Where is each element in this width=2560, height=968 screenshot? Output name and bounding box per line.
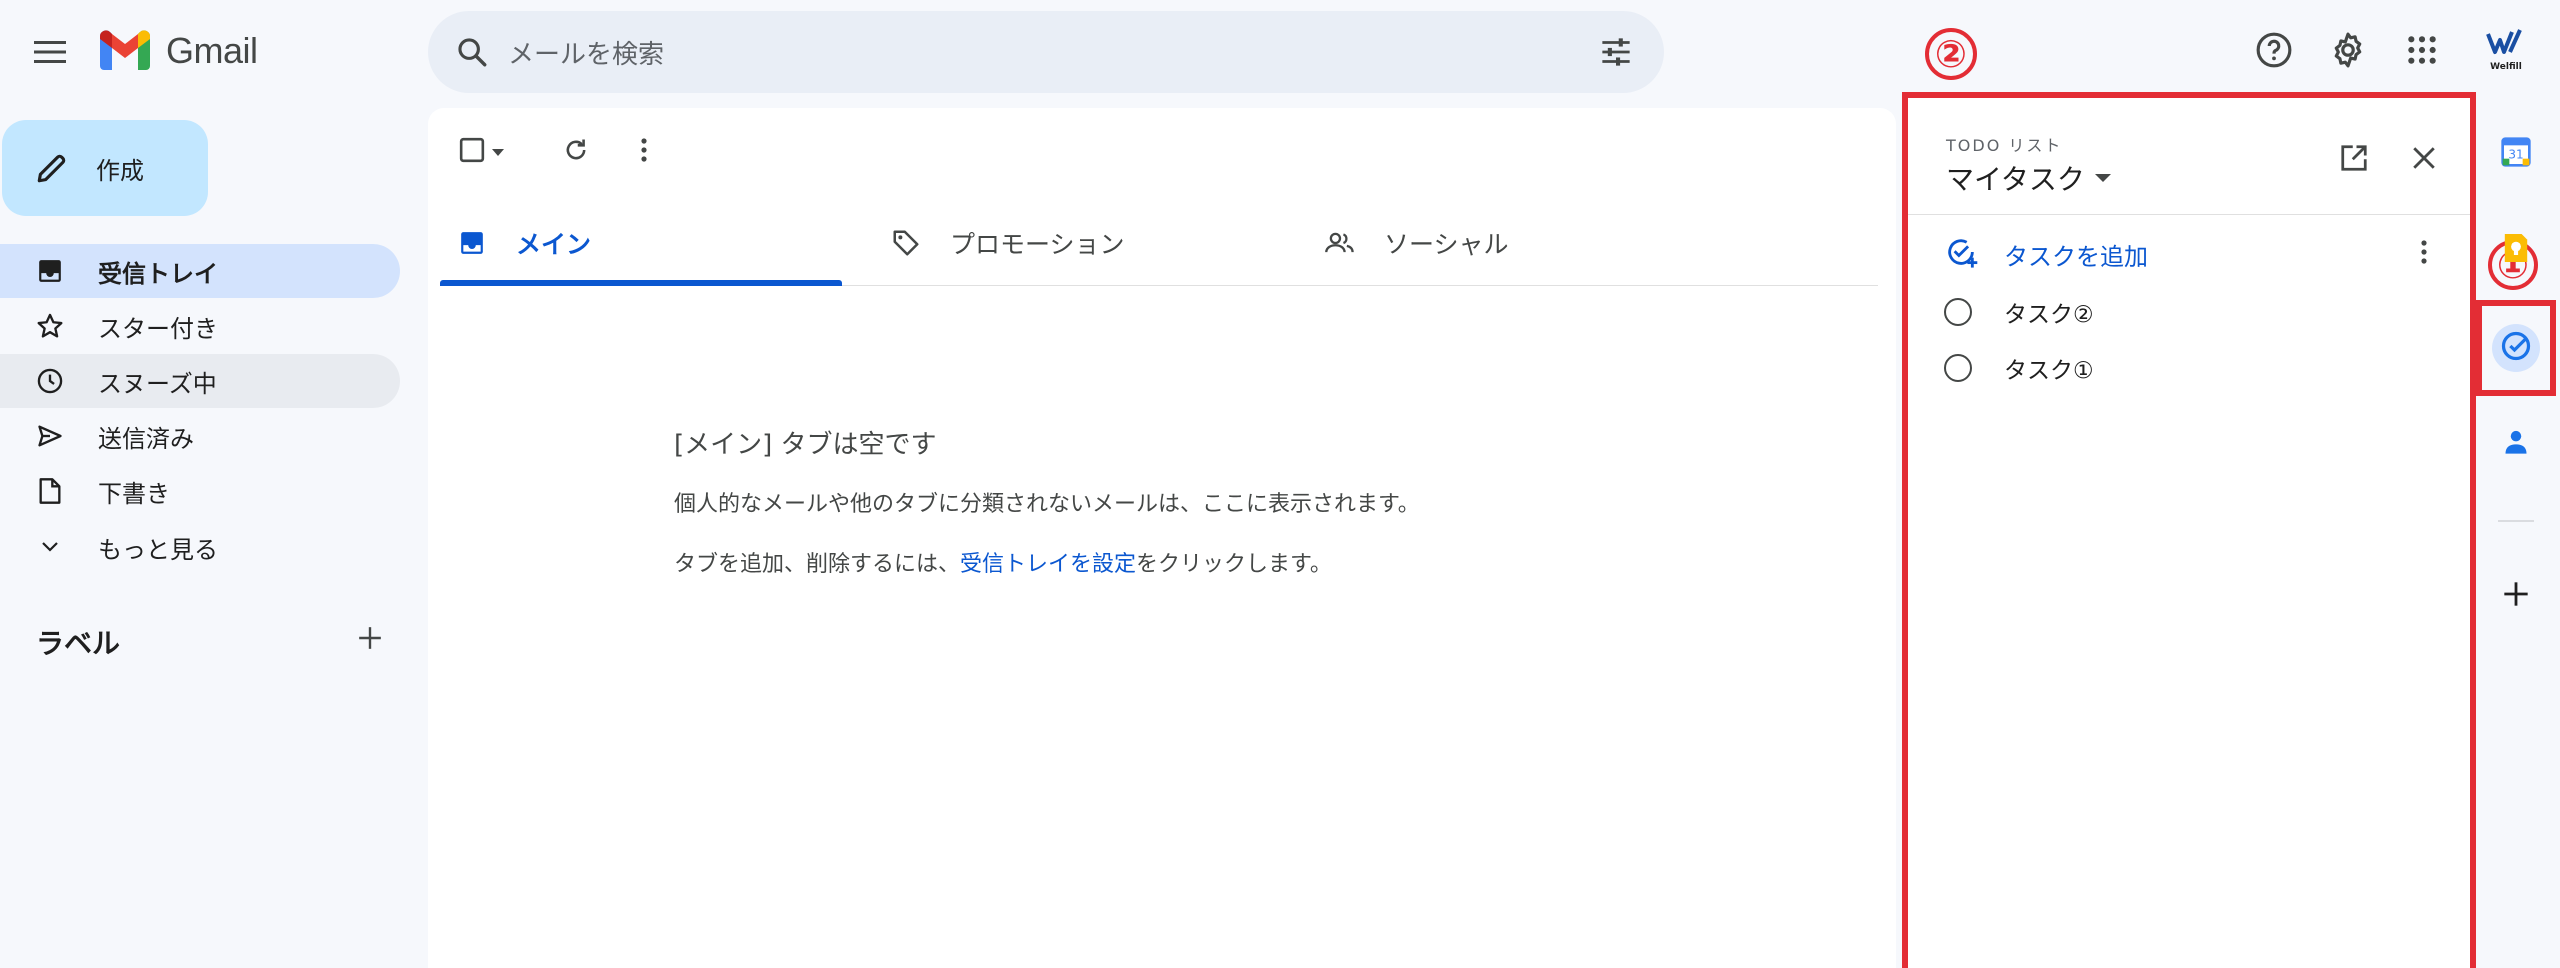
inbox-icon — [34, 255, 66, 287]
contacts-app-button[interactable] — [2492, 420, 2540, 468]
keep-app-button[interactable] — [2492, 226, 2540, 274]
nav-label: 下書き — [98, 479, 170, 508]
nav-item-more[interactable]: もっと見る — [0, 520, 400, 574]
plus-icon — [357, 625, 383, 655]
grid-icon — [2406, 34, 2438, 70]
main-menu-button[interactable] — [28, 32, 72, 76]
search-icon[interactable] — [450, 30, 494, 74]
apps-button[interactable] — [2398, 28, 2446, 76]
more-vert-icon — [639, 137, 649, 167]
more-options-button[interactable] — [624, 132, 664, 172]
chevron-down-icon — [34, 531, 66, 563]
calendar-app-button[interactable]: 31 — [2492, 130, 2540, 178]
nav-label: 送信済み — [98, 424, 194, 453]
clock-icon — [34, 365, 66, 397]
rail-divider — [2498, 520, 2534, 522]
tasks-icon — [2501, 331, 2531, 365]
nav-item-drafts[interactable]: 下書き — [0, 464, 400, 518]
tag-icon — [888, 225, 924, 261]
refresh-button[interactable] — [556, 132, 596, 172]
nav-label: もっと見る — [98, 535, 218, 564]
tab-primary[interactable]: メイン — [440, 192, 842, 294]
keep-icon — [2502, 231, 2530, 269]
gear-icon — [2329, 31, 2367, 73]
search-bar[interactable]: メールを検索 — [428, 11, 1664, 93]
message-list-panel: メイン プロモーション ソーシャル [メイン] タブは空です 個人的なメールや他… — [428, 108, 1896, 968]
add-label-button[interactable] — [352, 622, 388, 658]
compose-label: 作成 — [96, 156, 144, 185]
brand-logo-icon — [2486, 29, 2526, 60]
nav-item-sent[interactable]: 送信済み — [0, 409, 400, 463]
star-icon — [34, 310, 66, 342]
people-icon — [1322, 225, 1358, 261]
gmail-m-icon — [98, 28, 152, 74]
brand-label: Welfill — [2490, 62, 2522, 72]
search-input[interactable]: メールを検索 — [508, 34, 1594, 71]
inbox-settings-link[interactable]: 受信トレイを設定 — [960, 552, 1136, 577]
tab-social[interactable]: ソーシャル — [1308, 192, 1708, 294]
draft-icon — [34, 475, 66, 507]
empty-state-description: 個人的なメールや他のタブに分類されないメールは、ここに表示されます。 — [674, 492, 1420, 517]
labels-heading: ラベル — [36, 627, 121, 660]
tab-label: プロモーション — [950, 230, 1125, 259]
checkbox-icon — [459, 137, 485, 167]
gmail-logo[interactable]: Gmail — [98, 28, 258, 74]
nav-label: スヌーズ中 — [98, 369, 217, 398]
compose-button[interactable]: 作成 — [2, 120, 208, 216]
settings-button[interactable] — [2324, 28, 2372, 76]
account-button[interactable]: Welfill — [2478, 28, 2534, 78]
inbox-icon — [454, 225, 490, 261]
get-addons-button[interactable] — [2492, 572, 2540, 620]
nav-label: スター付き — [98, 314, 218, 343]
annotation-marker-2: ② — [1925, 28, 1977, 80]
select-menu-button[interactable] — [484, 132, 512, 172]
nav-item-starred[interactable]: スター付き — [0, 299, 400, 353]
nav-label: 受信トレイ — [98, 259, 218, 288]
search-options-icon[interactable] — [1594, 30, 1638, 74]
active-tab-indicator — [440, 280, 842, 286]
svg-text:31: 31 — [2508, 148, 2523, 162]
tasks-panel-highlight — [1902, 92, 2476, 968]
contacts-icon — [2502, 427, 2530, 461]
hint-suffix: をクリックします。 — [1136, 552, 1332, 577]
help-icon — [2255, 31, 2293, 73]
hamburger-icon — [34, 40, 66, 68]
plus-icon — [2502, 580, 2530, 612]
send-icon — [34, 420, 66, 452]
tasks-app-button[interactable] — [2492, 324, 2540, 372]
help-button[interactable] — [2250, 28, 2298, 76]
pencil-icon — [32, 148, 72, 188]
empty-state-title: [メイン] タブは空です — [674, 430, 937, 460]
hint-prefix: タブを追加、削除するには、 — [674, 552, 961, 577]
tab-label: メイン — [516, 230, 592, 259]
empty-state-hint: タブを追加、削除するには、受信トレイを設定をクリックします。 — [674, 546, 1332, 578]
app-name: Gmail — [166, 30, 258, 71]
refresh-icon — [562, 136, 590, 168]
calendar-icon: 31 — [2500, 136, 2532, 172]
caret-down-icon — [491, 143, 505, 162]
nav-item-inbox[interactable]: 受信トレイ — [0, 244, 400, 298]
nav-item-snoozed[interactable]: スヌーズ中 — [0, 354, 400, 408]
tab-label: ソーシャル — [1384, 230, 1509, 259]
tab-promotions[interactable]: プロモーション — [874, 192, 1274, 294]
